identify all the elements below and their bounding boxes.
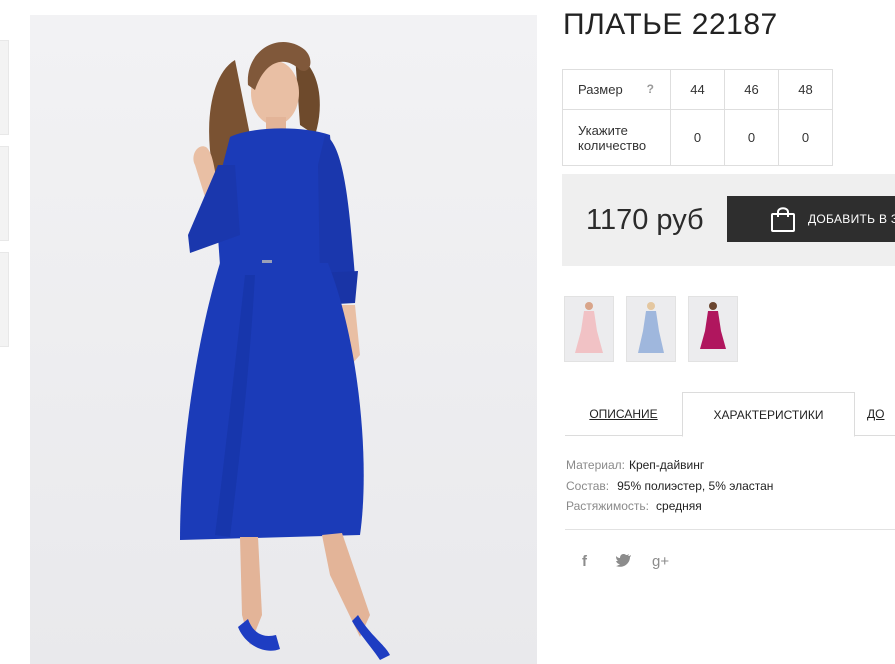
spec-key: Материал: — [566, 458, 625, 472]
product-tabs: ОПИСАНИЕ ХАРАКТЕРИСТИКИ ДО — [565, 392, 895, 437]
spec-value: Креп-дайвинг — [628, 458, 705, 472]
size-quantity-table: Размер ? 44 46 48 Укажите количество 0 0… — [562, 69, 833, 166]
magenta-dress-thumbnail — [700, 302, 726, 349]
spec-key: Состав: — [566, 478, 610, 493]
color-swatch-pink[interactable] — [564, 296, 614, 362]
quantity-label-line2: количество — [578, 137, 647, 153]
quantity-input-46[interactable]: 0 — [724, 109, 779, 166]
size-help-icon[interactable]: ? — [647, 82, 654, 96]
quantity-label: Укажите количество — [562, 109, 671, 166]
facebook-icon[interactable]: f — [582, 553, 587, 570]
product-specs: Материал: Креп-дайвинг Состав: 95% полиэст… — [566, 455, 773, 517]
product-title: ПЛАТЬЕ 22187 — [563, 8, 778, 41]
light-blue-dress-thumbnail — [638, 302, 664, 353]
color-swatch-magenta[interactable] — [688, 296, 738, 362]
shopping-bag-icon — [771, 207, 795, 232]
size-46: 46 — [724, 69, 779, 110]
google-plus-icon[interactable]: g+ — [652, 553, 669, 570]
spec-value: 95% полиэстер, 5% эластан — [617, 478, 774, 493]
add-to-cart-button[interactable]: ДОБАВИТЬ В З — [727, 196, 895, 242]
side-thumbnail[interactable] — [0, 40, 9, 135]
blue-dress-illustration — [180, 42, 390, 660]
side-thumbnail[interactable] — [0, 146, 9, 241]
tab-description[interactable]: ОПИСАНИЕ — [565, 392, 682, 436]
spec-value: средняя — [656, 499, 702, 513]
size-label-cell: Размер ? — [562, 69, 671, 110]
size-label: Размер — [578, 82, 623, 97]
spec-row-material: Материал: Креп-дайвинг — [566, 455, 773, 476]
product-price: 1170 руб — [586, 204, 704, 236]
twitter-icon[interactable] — [616, 553, 632, 571]
spec-key: Растяжимость: — [566, 499, 650, 513]
pink-dress-thumbnail — [575, 302, 603, 353]
color-swatch-light-blue[interactable] — [626, 296, 676, 362]
spec-row-stretch: Растяжимость: средняя — [566, 496, 773, 517]
price-box: 1170 руб ДОБАВИТЬ В З — [562, 174, 895, 266]
divider — [565, 529, 895, 530]
tab-characteristics[interactable]: ХАРАКТЕРИСТИКИ — [682, 392, 855, 437]
quantity-input-48[interactable]: 0 — [778, 109, 833, 166]
size-48: 48 — [778, 69, 833, 110]
tab-characteristics-label: ХАРАКТЕРИСТИКИ — [713, 408, 824, 422]
size-44: 44 — [670, 69, 725, 110]
quantity-input-44[interactable]: 0 — [670, 109, 725, 166]
product-main-image[interactable] — [30, 15, 537, 664]
tab-delivery-label: ДО — [867, 407, 885, 421]
side-thumbnails — [0, 40, 9, 358]
tab-delivery[interactable]: ДО — [867, 392, 895, 436]
spec-row-composition: Состав: 95% полиэстер, 5% эластан — [566, 476, 773, 497]
add-to-cart-label: ДОБАВИТЬ В З — [808, 212, 895, 226]
tab-description-label: ОПИСАНИЕ — [589, 407, 658, 421]
side-thumbnail[interactable] — [0, 252, 9, 347]
quantity-label-line1: Укажите — [578, 122, 628, 138]
